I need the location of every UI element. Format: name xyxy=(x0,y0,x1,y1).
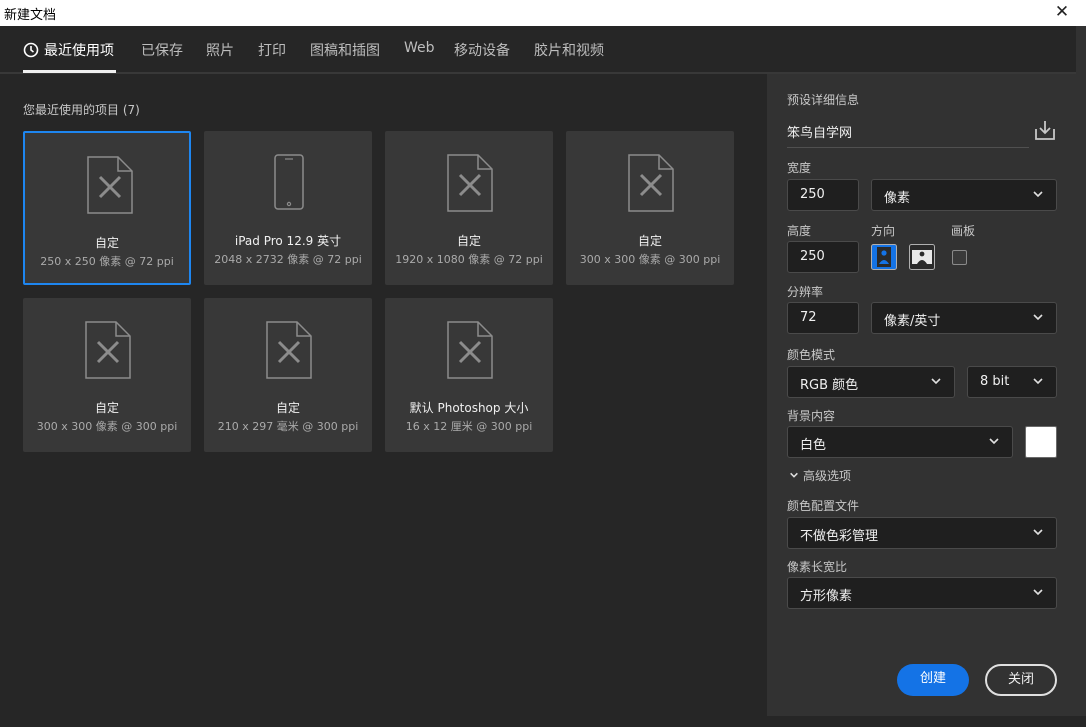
resolution-unit-select[interactable]: 像素/英寸 xyxy=(871,302,1057,334)
pixel-aspect-value: 方形像素 xyxy=(800,589,853,604)
width-unit-select[interactable]: 像素 xyxy=(871,179,1057,211)
tab-art-illustration[interactable]: 图稿和插图 xyxy=(310,40,380,60)
document-icon xyxy=(628,154,674,212)
tab-mobile[interactable]: 移动设备 xyxy=(454,40,510,60)
preset-card[interactable]: 自定 300 x 300 像素 @ 300 ppi xyxy=(566,131,734,285)
color-profile-select[interactable]: 不做色彩管理 xyxy=(787,517,1057,549)
preset-details-panel: 预设详细信息 笨鸟自学网 宽度 250 像素 高度 方向 画板 250 分辨率 … xyxy=(767,74,1076,716)
bottom-strip xyxy=(0,716,1086,727)
resolution-input[interactable]: 72 xyxy=(787,302,859,334)
resolution-unit-value: 像素/英寸 xyxy=(884,314,941,329)
color-mode-value: RGB 颜色 xyxy=(800,378,859,393)
tab-saved[interactable]: 已保存 xyxy=(141,40,183,60)
tab-film-video[interactable]: 胶片和视频 xyxy=(534,40,604,60)
chevron-down-icon xyxy=(790,472,798,478)
bit-depth-select[interactable]: 8 bit xyxy=(967,366,1057,398)
width-label: 宽度 xyxy=(787,161,812,175)
card-spec: 300 x 300 像素 @ 300 ppi xyxy=(36,420,178,433)
chevron-down-icon xyxy=(1033,378,1043,385)
create-button[interactable]: 创建 xyxy=(897,664,969,696)
width-input[interactable]: 250 xyxy=(787,179,859,211)
tab-recent[interactable]: 最近使用项 xyxy=(23,40,114,60)
landscape-icon[interactable] xyxy=(909,244,935,270)
preset-name-input[interactable]: 笨鸟自学网 xyxy=(787,122,1029,148)
card-name: 自定 xyxy=(94,401,119,415)
document-icon xyxy=(447,321,493,379)
details-header: 预设详细信息 xyxy=(787,93,860,107)
chevron-down-icon xyxy=(1033,314,1043,321)
advanced-options-toggle[interactable]: 高级选项 xyxy=(789,467,851,484)
card-spec: 250 x 250 像素 @ 72 ppi xyxy=(40,255,174,268)
chevron-down-icon xyxy=(1033,589,1043,596)
resolution-label: 分辨率 xyxy=(787,285,824,299)
portrait-icon[interactable] xyxy=(871,244,897,270)
preset-card[interactable]: iPad Pro 12.9 英寸 2048 x 2732 像素 @ 72 ppi xyxy=(204,131,372,285)
tab-photo[interactable]: 照片 xyxy=(206,40,234,60)
background-select[interactable]: 白色 xyxy=(787,426,1013,458)
background-value: 白色 xyxy=(800,438,827,453)
document-icon xyxy=(85,321,131,379)
scrollbar[interactable] xyxy=(1076,26,1086,727)
card-spec: 300 x 300 像素 @ 300 ppi xyxy=(579,253,721,266)
chevron-down-icon xyxy=(1033,191,1043,198)
preset-card[interactable]: 自定 210 x 297 毫米 @ 300 ppi xyxy=(204,298,372,452)
tablet-icon xyxy=(274,154,304,210)
pixel-aspect-select[interactable]: 方形像素 xyxy=(787,577,1057,609)
color-mode-select[interactable]: RGB 颜色 xyxy=(787,366,955,398)
bit-depth-value: 8 bit xyxy=(980,374,1010,389)
document-icon xyxy=(266,321,312,379)
preset-card[interactable]: 默认 Photoshop 大小 16 x 12 厘米 @ 300 ppi xyxy=(385,298,553,452)
card-name: iPad Pro 12.9 英寸 xyxy=(234,234,342,248)
card-spec: 210 x 297 毫米 @ 300 ppi xyxy=(217,420,359,433)
preset-card[interactable]: 自定 300 x 300 像素 @ 300 ppi xyxy=(23,298,191,452)
orientation-label: 方向 xyxy=(871,224,896,238)
artboard-label: 画板 xyxy=(951,224,976,238)
width-unit-value: 像素 xyxy=(884,191,911,206)
background-label: 背景内容 xyxy=(787,409,836,423)
tab-bar: 最近使用项 已保存 照片 打印 图稿和插图 Web 移动设备 胶片和视频 xyxy=(0,26,1076,74)
recent-items-label: 您最近使用的项目 (7) xyxy=(23,103,140,117)
card-name: 自定 xyxy=(94,236,119,250)
chevron-down-icon xyxy=(931,378,941,385)
card-spec: 16 x 12 厘米 @ 300 ppi xyxy=(405,420,533,433)
background-color-swatch[interactable] xyxy=(1025,426,1057,458)
card-spec: 2048 x 2732 像素 @ 72 ppi xyxy=(214,253,362,266)
color-mode-label: 颜色模式 xyxy=(787,348,836,362)
height-input[interactable]: 250 xyxy=(787,241,859,273)
document-icon xyxy=(87,156,133,214)
advanced-options-label: 高级选项 xyxy=(803,469,852,483)
chevron-down-icon xyxy=(989,438,999,445)
clock-icon xyxy=(23,42,39,58)
height-label: 高度 xyxy=(787,224,812,238)
chevron-down-icon xyxy=(1033,529,1043,536)
window-title: 新建文档 xyxy=(4,8,57,23)
preset-card[interactable]: 自定 1920 x 1080 像素 @ 72 ppi xyxy=(385,131,553,285)
artboard-checkbox[interactable] xyxy=(952,250,967,265)
color-profile-value: 不做色彩管理 xyxy=(800,529,879,544)
tab-print[interactable]: 打印 xyxy=(258,40,286,60)
preset-card[interactable]: 自定 250 x 250 像素 @ 72 ppi xyxy=(23,131,191,285)
card-name: 默认 Photoshop 大小 xyxy=(409,401,529,415)
pixel-aspect-label: 像素长宽比 xyxy=(787,560,848,574)
tab-recent-label: 最近使用项 xyxy=(44,43,114,59)
card-spec: 1920 x 1080 像素 @ 72 ppi xyxy=(395,253,543,266)
title-bar: 新建文档 ✕ xyxy=(0,0,1086,26)
document-icon xyxy=(447,154,493,212)
close-button[interactable]: 关闭 xyxy=(985,664,1057,696)
color-profile-label: 颜色配置文件 xyxy=(787,499,860,513)
active-tab-indicator xyxy=(23,70,116,73)
card-name: 自定 xyxy=(275,401,300,415)
save-preset-icon[interactable] xyxy=(1033,118,1057,142)
close-icon[interactable]: ✕ xyxy=(1052,1,1072,23)
card-name: 自定 xyxy=(456,234,481,248)
card-name: 自定 xyxy=(637,234,662,248)
tab-web[interactable]: Web xyxy=(404,40,435,56)
